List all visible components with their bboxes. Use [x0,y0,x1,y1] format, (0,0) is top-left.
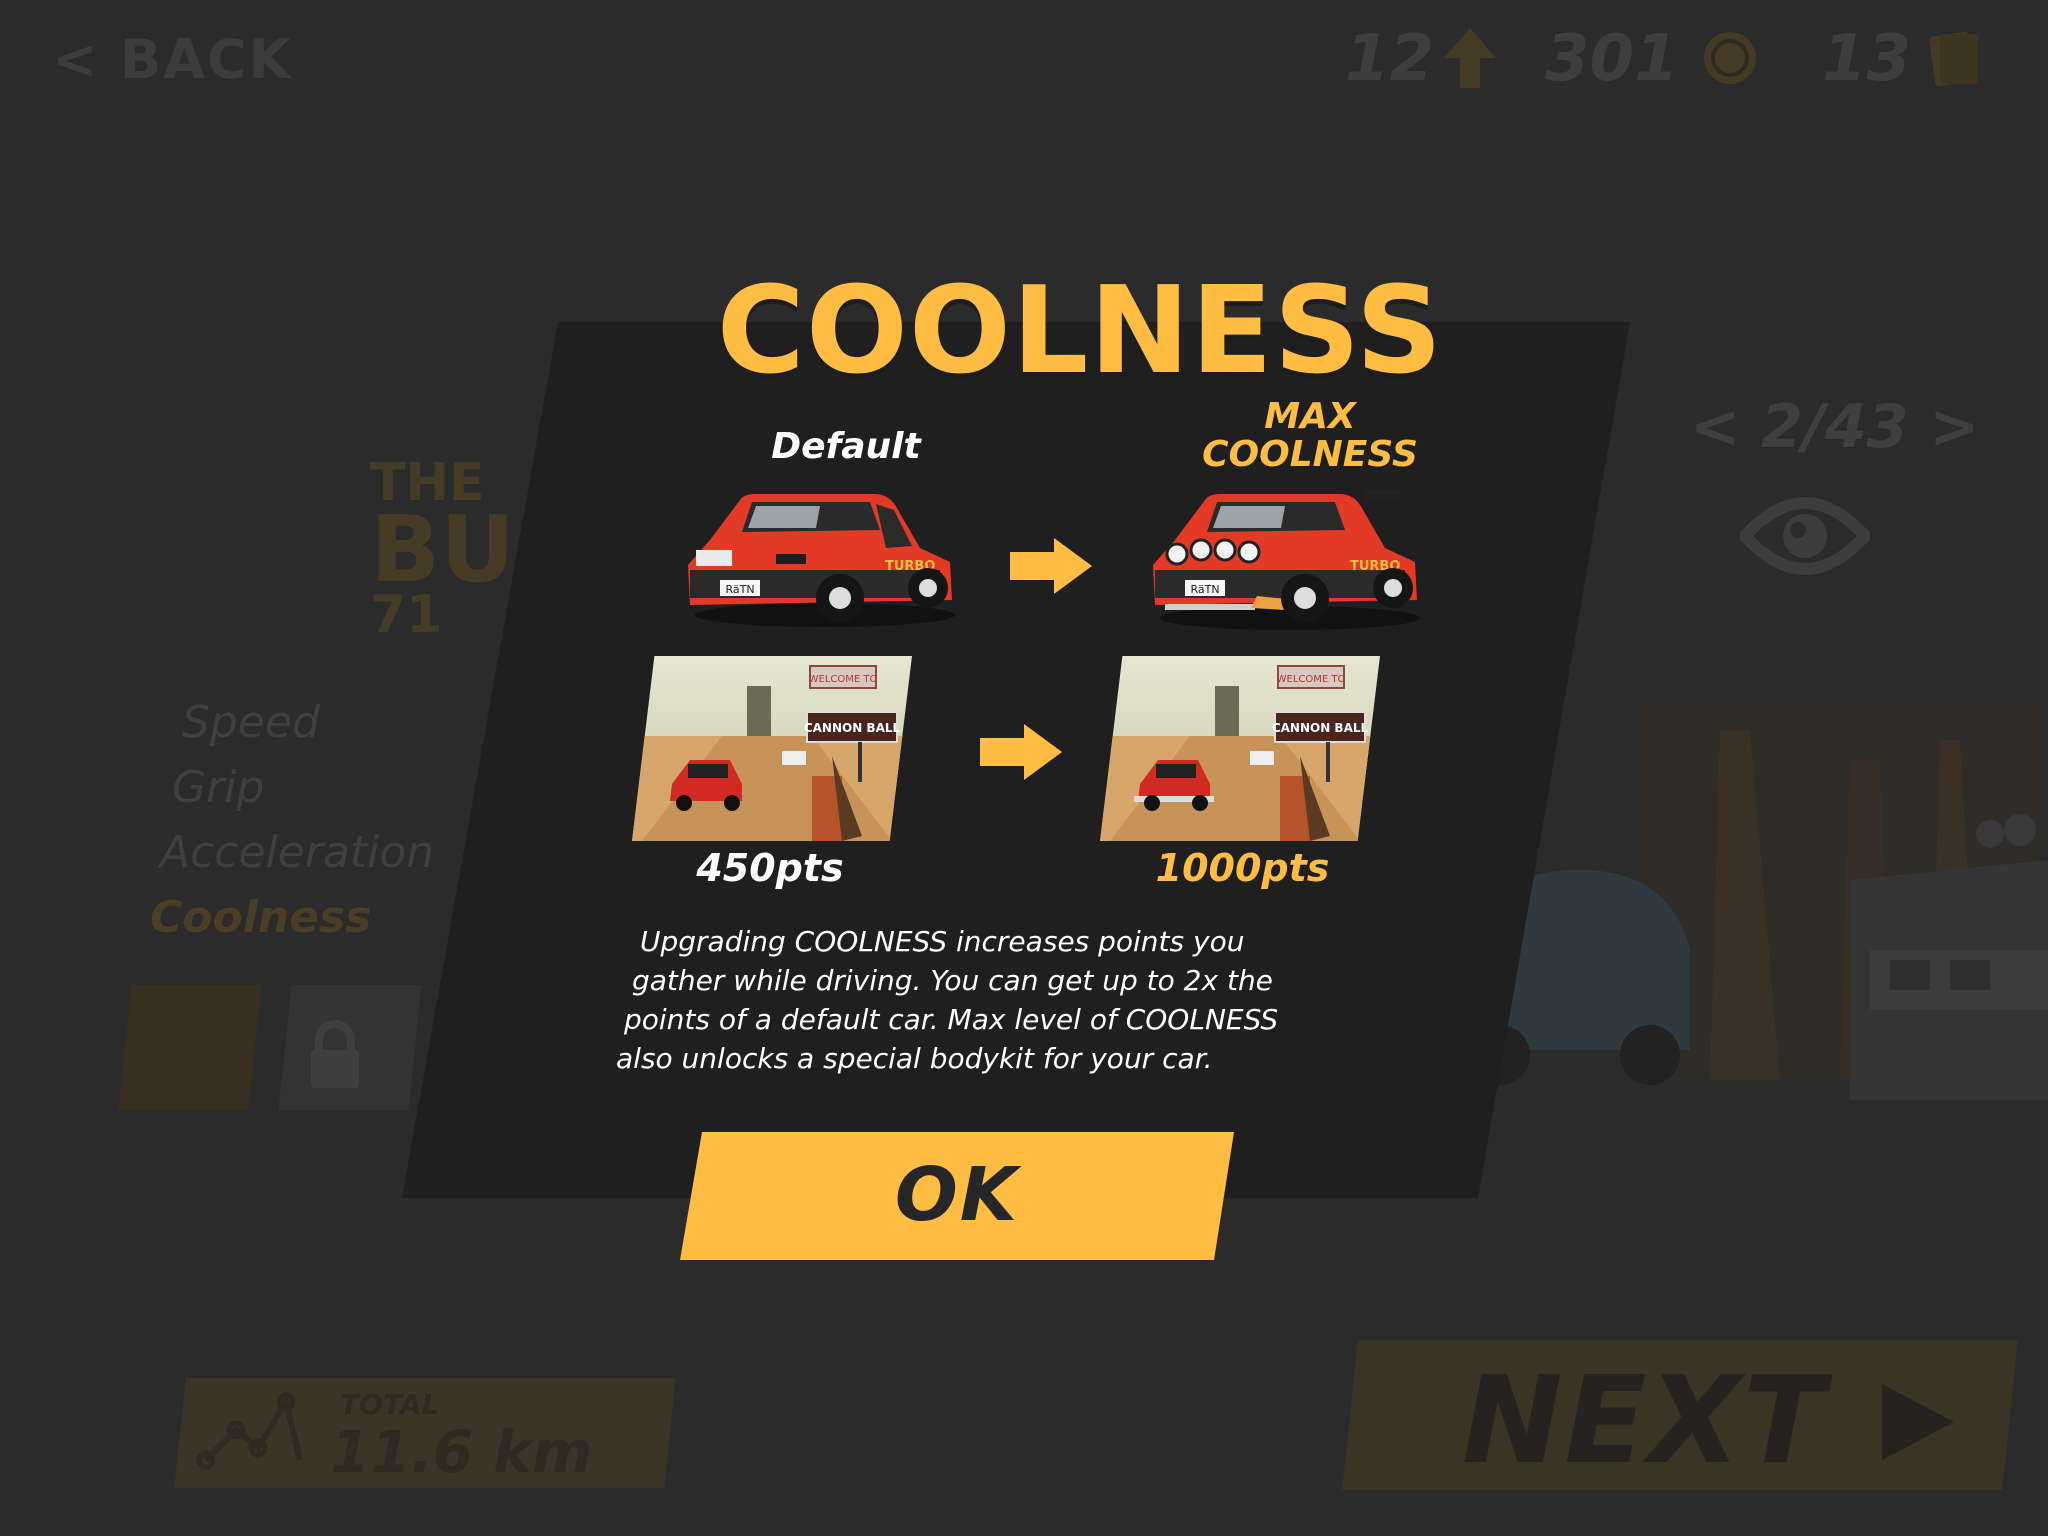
max-points: 1000pts [1155,846,1330,890]
default-gameplay-screenshot: WELCOME TO CANNON BALL [632,656,912,841]
default-car-image: RäTN TURBO [688,494,955,627]
arrow-right-icon [1010,538,1092,594]
svg-text:WELCOME TO: WELCOME TO [809,674,878,685]
default-points: 450pts [696,846,844,890]
svg-text:WELCOME TO: WELCOME TO [1277,674,1346,685]
plate-text: RäTN [725,583,754,596]
coolness-description: Upgrading COOLNESS increases points you … [616,925,1279,1075]
arrow-right-icon [980,724,1062,780]
svg-text:CANNON BALL: CANNON BALL [804,721,901,735]
plate-text: RäTN [1190,583,1219,596]
max-gameplay-screenshot: WELCOME TO CANNON BALL [1100,656,1380,841]
svg-text:CANNON BALL: CANNON BALL [1272,721,1369,735]
ok-button-label: OK [894,1152,1020,1238]
max-coolness-label: MAX COOLNESS [1202,396,1418,475]
default-label: Default [771,426,921,467]
modal-title: COOLNESS [716,262,1444,401]
max-coolness-car-image: RäTN TURBO [1153,490,1420,630]
